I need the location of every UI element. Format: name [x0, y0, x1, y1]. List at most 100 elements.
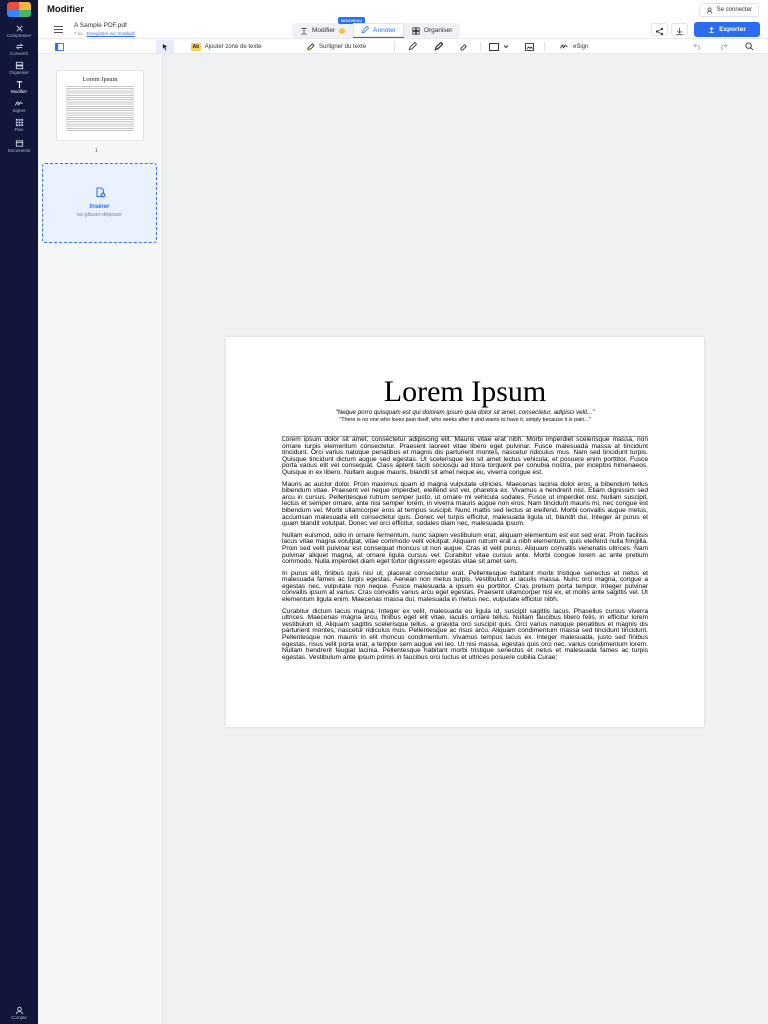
highlight-text-button[interactable]: Surligner du texte — [306, 40, 366, 53]
esign-label: eSign — [573, 43, 589, 50]
file-name-text: A Sample PDF.pdf — [74, 22, 127, 29]
undo-button[interactable] — [688, 40, 706, 53]
rail-label-edit: Modifier — [10, 89, 27, 94]
app-header: Modifier Se connecter — [38, 0, 768, 20]
text-edit-icon — [16, 81, 22, 89]
sign-in-button[interactable]: Se connecter — [698, 3, 759, 17]
add-text-box-label: Ajouter zone de texte — [204, 43, 262, 50]
share-icon — [655, 27, 664, 36]
app-logo[interactable] — [7, 2, 31, 17]
rail-item-documents[interactable]: Documents — [0, 139, 38, 154]
redo-button[interactable] — [714, 40, 732, 53]
file-meta: 7 ko · Enregistrer sur Smallpdf — [74, 30, 135, 36]
signature-icon — [14, 101, 23, 106]
save-to-smallpdf-link[interactable]: Enregistrer sur Smallpdf — [87, 31, 135, 36]
document-bar: A Sample PDF.pdf 7 ko · Enregistrer sur … — [38, 17, 768, 48]
download-icon — [676, 28, 683, 35]
insert-dropzone[interactable]: Insérer ou glisser-déposer — [42, 163, 157, 243]
page-number: 1 — [95, 148, 98, 154]
image-tool-button[interactable] — [520, 40, 538, 53]
menu-line-icon — [53, 31, 63, 33]
add-file-icon — [96, 187, 106, 198]
menu-button[interactable] — [49, 23, 67, 35]
text-box-icon: Ab — [191, 42, 201, 51]
shape-tool-dropdown[interactable] — [489, 40, 509, 53]
compress-icon — [15, 25, 23, 32]
add-text-box-button[interactable]: Ab Ajouter zone de texte — [191, 40, 261, 53]
tab-edit-label: Modifier — [312, 27, 336, 34]
insert-label: Insérer — [89, 204, 110, 210]
toolbar-divider — [480, 42, 481, 51]
chevron-down-icon — [503, 45, 509, 49]
rail-item-convert[interactable]: Convertir — [0, 42, 38, 57]
page-title: Modifier — [47, 4, 84, 15]
rail-label-documents: Documents — [7, 148, 31, 153]
export-button[interactable]: Exporter — [694, 22, 760, 37]
document-workspace[interactable]: Lorem Ipsum "Neque porro quisquam est qu… — [163, 54, 768, 1024]
page-thumbnail[interactable]: Lorem Ipsum — [56, 70, 144, 141]
rail-item-edit[interactable]: Modifier — [0, 80, 38, 95]
rectangle-icon — [489, 42, 499, 51]
export-label: Exporter — [719, 26, 746, 33]
body-paragraph: Curabitur dictum lacus magna. Integer ex… — [282, 607, 648, 661]
rail-item-account[interactable]: Compte — [0, 1006, 38, 1021]
documents-icon — [15, 140, 23, 147]
thumbnail-title: Lorem Ipsum — [82, 76, 118, 83]
organize-icon — [15, 61, 23, 70]
document-body: Lorem ipsum dolor sit amet, consectetur … — [282, 436, 648, 666]
pen-tool-button[interactable] — [403, 40, 421, 53]
rail-item-compress[interactable]: Compresser — [0, 24, 38, 39]
document-title: Lorem Ipsum — [383, 375, 547, 408]
rail-label-account: Compte — [11, 1015, 27, 1020]
text-edit-icon — [301, 27, 307, 35]
search-button[interactable] — [740, 40, 758, 53]
body-paragraph: Nullam euismod, odio in ornare fermentum… — [282, 531, 648, 566]
tab-edit[interactable]: NOUVEAU Modifier — [292, 17, 366, 38]
sign-in-label: Se connecter — [716, 7, 752, 13]
convert-icon — [15, 43, 23, 50]
share-button[interactable] — [651, 23, 668, 36]
tab-organize-label: Organiser — [423, 27, 453, 34]
page-thumbnail-panel: Lorem Ipsum 1 Insérer ou glisser-déposer — [38, 54, 163, 1024]
toolbar-divider — [544, 42, 545, 51]
pen-icon — [408, 42, 417, 51]
rail-label-sign: Signer — [12, 108, 26, 113]
tab-organize[interactable]: Organiser — [404, 23, 461, 38]
body-paragraph: Mauris ac auctor dolor. Proin maximus qu… — [282, 480, 648, 528]
toggle-sidebar-button[interactable] — [50, 40, 68, 53]
menu-line-icon — [53, 28, 63, 30]
grid-icon — [15, 118, 23, 127]
upload-icon — [709, 26, 715, 33]
cursor-icon — [162, 43, 167, 50]
download-button[interactable] — [671, 23, 688, 36]
thumbnail-text-lines — [66, 86, 134, 132]
annotation-toolbar: Ab Ajouter zone de texte Surligner du te… — [38, 39, 768, 54]
pen-icon — [361, 26, 370, 34]
tab-annotate[interactable]: Annoter — [353, 23, 404, 38]
undo-icon — [692, 43, 700, 50]
pdf-page[interactable]: Lorem Ipsum "Neque porro quisquam est qu… — [226, 337, 704, 727]
rail-item-sign[interactable]: Signer — [0, 99, 38, 114]
organize-icon — [412, 26, 420, 35]
marker-tool-button[interactable] — [429, 40, 447, 53]
esign-button[interactable]: eSign — [559, 40, 588, 53]
select-tool-button[interactable] — [156, 40, 174, 53]
toolbar-divider — [394, 42, 395, 51]
file-size: 7 ko — [74, 30, 83, 36]
rail-label-convert: Convertir — [9, 51, 29, 56]
redo-icon — [720, 43, 728, 50]
file-name[interactable]: A Sample PDF.pdf — [74, 22, 127, 29]
highlighter-icon — [306, 43, 315, 51]
user-icon — [15, 1006, 23, 1015]
marker-icon — [433, 42, 443, 51]
body-paragraph: In purus elit, finibus quis nisi ut, pla… — [282, 569, 648, 604]
search-icon — [744, 42, 753, 51]
menu-line-icon — [53, 25, 63, 27]
user-icon — [706, 7, 712, 14]
document-subquote: "There is no one who loves pain itself, … — [339, 417, 591, 423]
left-rail: Compresser Convertir Organiser Modifier … — [0, 0, 38, 1024]
rail-item-more[interactable]: Plus — [0, 118, 38, 133]
signature-icon — [559, 44, 568, 49]
eraser-tool-button[interactable] — [454, 40, 472, 53]
rail-item-organize[interactable]: Organiser — [0, 61, 38, 76]
